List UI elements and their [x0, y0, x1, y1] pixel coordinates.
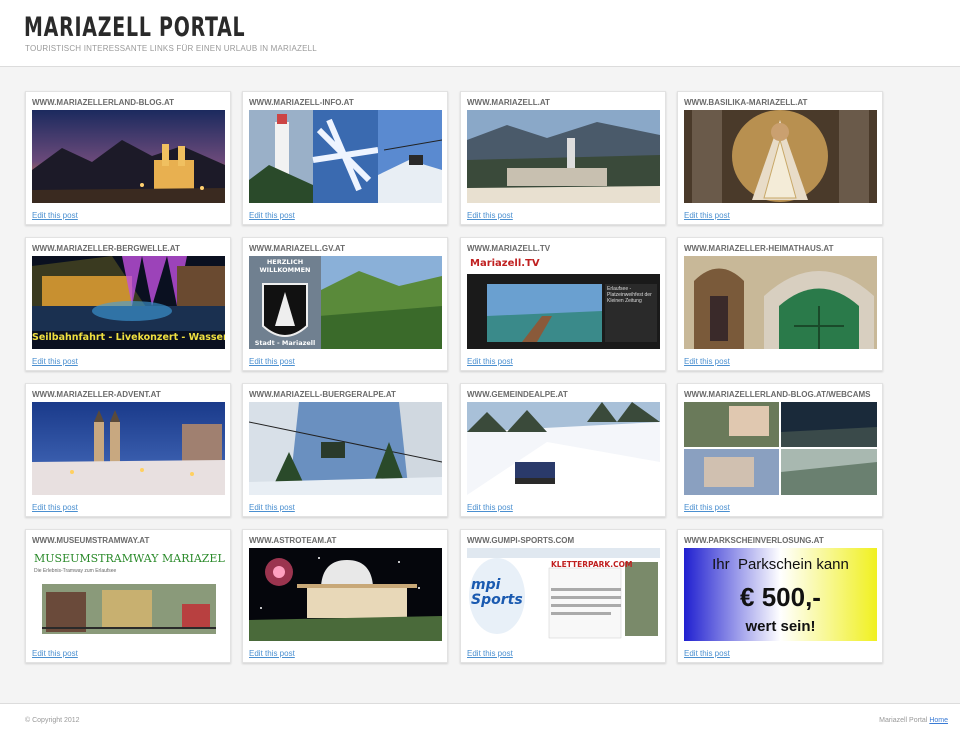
post-thumbnail[interactable]: Mariazell.TV Erlaufsee - Platzeinweihfes…	[467, 256, 660, 349]
copyright-text: © Copyright 2012	[25, 717, 80, 724]
post-card: WWW.MARIAZELL.GV.AT HERZLICH WILLKOMMEN …	[242, 237, 448, 371]
edit-post-link[interactable]: Edit this post	[684, 211, 730, 220]
edit-post-link[interactable]: Edit this post	[467, 211, 513, 220]
post-card: WWW.GEMEINDEALPE.AT Edit this post	[460, 383, 666, 517]
post-title[interactable]: WWW.GUMPI-SPORTS.COM	[467, 536, 574, 545]
edit-post-link[interactable]: Edit this post	[32, 357, 78, 366]
post-thumbnail[interactable]	[684, 110, 877, 203]
image-welcome-text: HERZLICH WILLKOMMEN	[259, 258, 311, 274]
post-thumbnail[interactable]	[32, 110, 225, 203]
post-title[interactable]: WWW.MUSEUMSTRAMWAY.AT	[32, 536, 149, 545]
post-title[interactable]: WWW.MARIAZELL.GV.AT	[249, 244, 345, 253]
post-title[interactable]: WWW.MARIAZELL-INFO.AT	[249, 98, 354, 107]
post-thumbnail[interactable]: MUSEUMSTRAMWAY MARIAZELL Die Erlebnis-Tr…	[32, 548, 225, 641]
image-parkschein-amount: € 500,-	[740, 582, 821, 612]
post-card: WWW.MARIAZELLER-BERGWELLE.AT Seilbahnfah…	[25, 237, 231, 371]
post-title[interactable]: WWW.MARIAZELLERLAND-BLOG.AT	[32, 98, 174, 107]
post-thumbnail[interactable]	[467, 110, 660, 203]
site-title[interactable]: MARIAZELL PORTAL	[24, 12, 245, 43]
post-title[interactable]: WWW.PARKSCHEINVERLOSUNG.AT	[684, 536, 824, 545]
post-card: WWW.MARIAZELLERLAND-BLOG.AT Edit this po…	[25, 91, 231, 225]
post-title[interactable]: WWW.MARIAZELLERLAND-BLOG.AT/WEBCAMS	[684, 390, 871, 399]
edit-post-link[interactable]: Edit this post	[32, 503, 78, 512]
post-thumbnail[interactable]: KLETTERPARK.COM mpi Sports	[467, 548, 660, 641]
edit-post-link[interactable]: Edit this post	[249, 211, 295, 220]
post-title[interactable]: WWW.MARIAZELLER-ADVENT.AT	[32, 390, 161, 399]
post-title[interactable]: WWW.MARIAZELL.TV	[467, 244, 550, 253]
edit-post-link[interactable]: Edit this post	[32, 211, 78, 220]
post-title[interactable]: WWW.MARIAZELLER-BERGWELLE.AT	[32, 244, 180, 253]
post-thumbnail[interactable]: Seilbahnfahrt - Livekonzert - Wassershow	[32, 256, 225, 349]
post-thumbnail[interactable]: Ihr Parkschein kann € 500,- wert sein!	[684, 548, 877, 641]
post-thumbnail[interactable]	[249, 110, 442, 203]
post-card: WWW.BASILIKA-MARIAZELL.AT Edit this post	[677, 91, 883, 225]
footer-nav: Mariazell Portal Home	[879, 717, 948, 724]
home-link[interactable]: Home	[929, 717, 948, 724]
image-sports-brand: mpi Sports	[471, 577, 523, 608]
edit-post-link[interactable]: Edit this post	[249, 503, 295, 512]
post-title[interactable]: WWW.ASTROTEAM.AT	[249, 536, 336, 545]
post-card: WWW.MARIAZELL-BUERGERALPE.AT Edit this p…	[242, 383, 448, 517]
image-city-text: Stadt - Mariazell	[254, 339, 316, 347]
edit-post-link[interactable]: Edit this post	[684, 503, 730, 512]
post-card: WWW.MARIAZELL-INFO.AT Edit this post	[242, 91, 448, 225]
post-card: WWW.MARIAZELL.AT Edit this post	[460, 91, 666, 225]
post-thumbnail[interactable]	[684, 256, 877, 349]
post-thumbnail[interactable]	[467, 402, 660, 495]
image-tv-logo: Mariazell.TV	[470, 258, 540, 269]
edit-post-link[interactable]: Edit this post	[467, 649, 513, 658]
image-parkschein-line1: Ihr Parkschein kann	[712, 556, 849, 573]
post-card: WWW.ASTROTEAM.AT Edit this post	[242, 529, 448, 663]
edit-post-link[interactable]: Edit this post	[684, 357, 730, 366]
site-tagline: TOURISTISCH INTERESSANTE LINKS FÜR EINEN…	[25, 44, 317, 53]
edit-post-link[interactable]: Edit this post	[249, 649, 295, 658]
site-footer: © Copyright 2012 Mariazell Portal Home	[0, 703, 960, 735]
post-card: WWW.MARIAZELLER-ADVENT.AT Edit this post	[25, 383, 231, 517]
post-title[interactable]: WWW.MARIAZELLER-HEIMATHAUS.AT	[684, 244, 833, 253]
post-card: WWW.MUSEUMSTRAMWAY.AT MUSEUMSTRAMWAY MAR…	[25, 529, 231, 663]
image-tramway-sub: Die Erlebnis-Tramway zum Erlaufsee	[34, 568, 117, 574]
post-card: WWW.MARIAZELLER-HEIMATHAUS.AT Edit this …	[677, 237, 883, 371]
image-tramway-heading: MUSEUMSTRAMWAY MARIAZELL	[34, 552, 225, 565]
post-thumbnail[interactable]	[249, 548, 442, 641]
post-title[interactable]: WWW.BASILIKA-MARIAZELL.AT	[684, 98, 807, 107]
image-parkschein-line3: wert sein!	[745, 618, 816, 635]
image-caption: Seilbahnfahrt - Livekonzert - Wassershow	[32, 332, 225, 343]
post-card: WWW.PARKSCHEINVERLOSUNG.AT Ihr Parkschei…	[677, 529, 883, 663]
post-thumbnail[interactable]	[684, 402, 877, 495]
post-card: WWW.MARIAZELLERLAND-BLOG.AT/WEBCAMS Edit…	[677, 383, 883, 517]
post-thumbnail[interactable]: HERZLICH WILLKOMMEN Stadt - Mariazell	[249, 256, 442, 349]
post-card: WWW.GUMPI-SPORTS.COM KLETTERPARK.COM mpi…	[460, 529, 666, 663]
edit-post-link[interactable]: Edit this post	[467, 503, 513, 512]
image-tv-text: Erlaufsee - Platzeinweihfest der Kleinen…	[607, 286, 652, 304]
post-title[interactable]: WWW.MARIAZELL-BUERGERALPE.AT	[249, 390, 396, 399]
footer-site-name: Mariazell Portal	[879, 717, 928, 724]
post-thumbnail[interactable]	[249, 402, 442, 495]
edit-post-link[interactable]: Edit this post	[32, 649, 78, 658]
image-kletterpark-logo: KLETTERPARK.COM	[551, 560, 633, 569]
edit-post-link[interactable]: Edit this post	[684, 649, 730, 658]
site-header: MARIAZELL PORTAL TOURISTISCH INTERESSANT…	[0, 0, 960, 67]
edit-post-link[interactable]: Edit this post	[467, 357, 513, 366]
post-title[interactable]: WWW.GEMEINDEALPE.AT	[467, 390, 568, 399]
edit-post-link[interactable]: Edit this post	[249, 357, 295, 366]
post-thumbnail[interactable]	[32, 402, 225, 495]
post-title[interactable]: WWW.MARIAZELL.AT	[467, 98, 550, 107]
post-card: WWW.MARIAZELL.TV Mariazell.TV Erlaufsee …	[460, 237, 666, 371]
